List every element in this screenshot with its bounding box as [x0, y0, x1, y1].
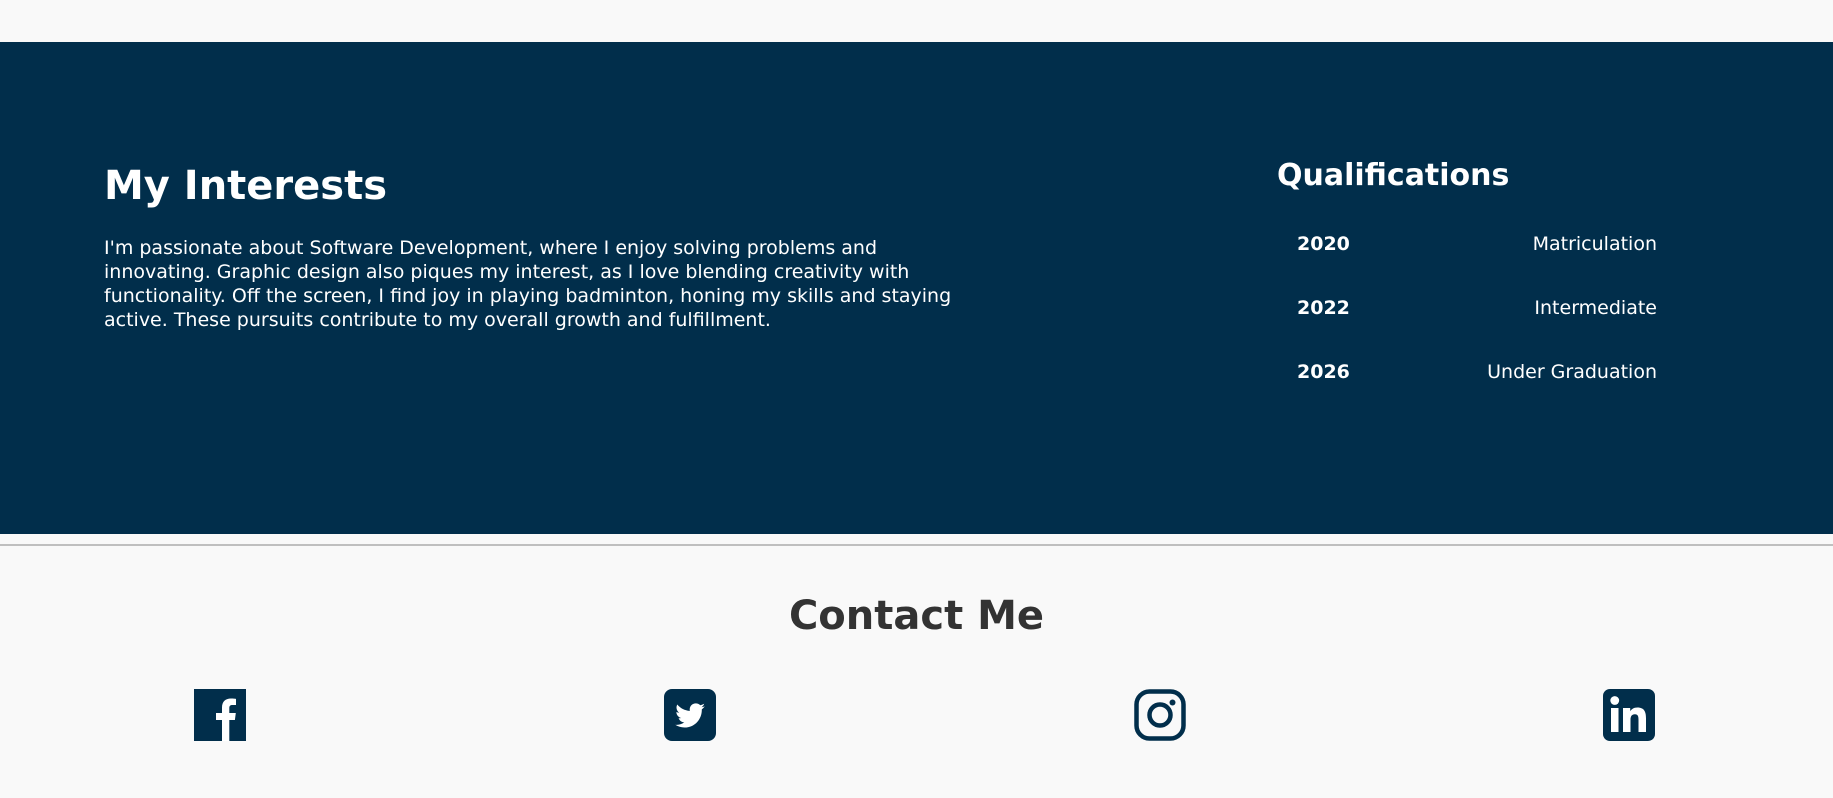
interests-block: My Interests I'm passionate about Softwa… — [104, 162, 964, 332]
qualifications-list: 2020 Matriculation 2022 Intermediate 202… — [1277, 230, 1657, 386]
twitter-icon-graphic — [664, 689, 716, 741]
qualification-row: 2026 Under Graduation — [1277, 358, 1657, 386]
interests-text: I'm passionate about Software Developmen… — [104, 237, 952, 331]
qualification-title: Under Graduation — [1487, 361, 1657, 383]
qualifications-block: Qualifications 2020 Matriculation 2022 I… — [1277, 156, 1657, 422]
qualifications-title: Qualifications — [1277, 158, 1510, 193]
top-strip — [0, 0, 1833, 42]
linkedin-icon-graphic — [1603, 689, 1655, 741]
twitter-icon[interactable] — [664, 689, 716, 741]
facebook-icon-graphic — [194, 689, 246, 741]
qualification-row: 2022 Intermediate — [1277, 294, 1657, 322]
facebook-icon[interactable] — [194, 689, 246, 741]
interests-title: My Interests — [104, 163, 388, 209]
qualification-title: Intermediate — [1534, 297, 1657, 319]
qualification-title: Matriculation — [1532, 233, 1657, 255]
instagram-icon[interactable] — [1134, 689, 1186, 741]
qualification-year: 2026 — [1297, 361, 1350, 383]
qualification-year: 2022 — [1297, 297, 1350, 319]
about-section: My Interests I'm passionate about Softwa… — [0, 42, 1833, 534]
qualification-row: 2020 Matriculation — [1277, 230, 1657, 258]
contact-section: Contact Me — [0, 546, 1833, 798]
qualification-year: 2020 — [1297, 233, 1350, 255]
instagram-icon-graphic — [1134, 689, 1186, 741]
linkedin-icon[interactable] — [1603, 689, 1655, 741]
contact-title: Contact Me — [788, 593, 1045, 639]
